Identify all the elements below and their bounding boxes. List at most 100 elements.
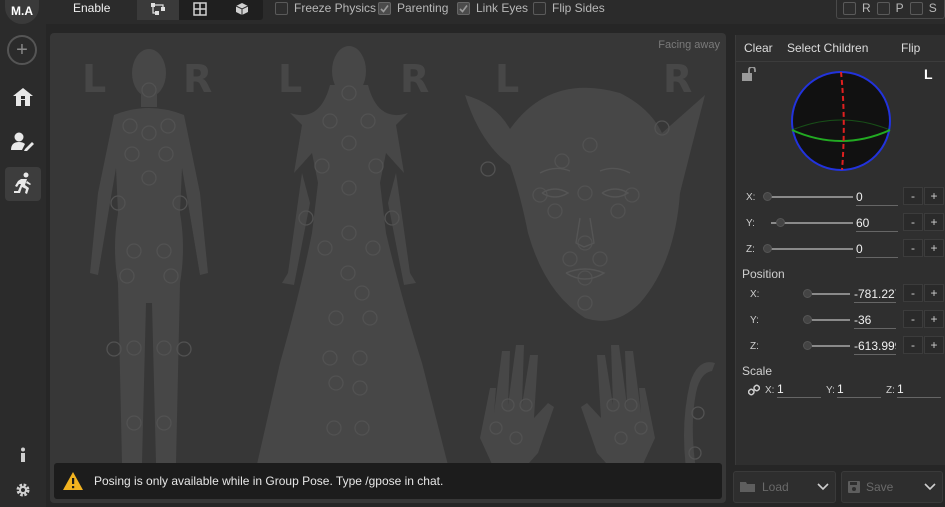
- position-x-track[interactable]: [812, 293, 850, 295]
- scale-z-label: Z:: [886, 385, 895, 396]
- gear-icon[interactable]: [8, 475, 38, 505]
- rotation-x-knob[interactable]: [763, 192, 772, 201]
- parenting-box[interactable]: [378, 1, 391, 15]
- body-front-figure: [90, 49, 208, 463]
- rotation-x-label: X:: [746, 192, 756, 203]
- rotation-x-minus-button[interactable]: -: [903, 187, 923, 205]
- scale-y-label: Y:: [826, 385, 835, 396]
- mode-selector: [137, 0, 263, 20]
- user-edit-icon[interactable]: [8, 126, 38, 156]
- skeleton-icon: [151, 3, 165, 15]
- position-x-row: X: -781.227 - +: [736, 281, 945, 305]
- position-y-minus-button[interactable]: -: [903, 310, 923, 328]
- save-button[interactable]: Save: [841, 471, 943, 503]
- rotation-y-row: Y: 60 - +: [736, 211, 945, 235]
- freeze-physics-checkbox[interactable]: Freeze Physics: [275, 1, 376, 15]
- flip-button[interactable]: Flip: [901, 41, 920, 55]
- pose-canvas[interactable]: Facing away L R L R L R: [50, 33, 726, 503]
- parenting-checkbox[interactable]: Parenting: [378, 1, 448, 15]
- position-y-knob[interactable]: [803, 315, 812, 324]
- r-toggle-label: R: [862, 1, 871, 15]
- position-z-track[interactable]: [812, 345, 850, 347]
- load-button[interactable]: Load: [733, 471, 836, 503]
- flip-sides-checkbox[interactable]: Flip Sides: [533, 1, 605, 15]
- gpose-warning-banner: Posing is only available while in Group …: [54, 463, 722, 499]
- head-figure: [465, 87, 705, 321]
- avatar[interactable]: M.A: [5, 0, 39, 24]
- position-x-input[interactable]: -781.227: [854, 285, 896, 303]
- body-silhouettes: [90, 46, 715, 493]
- position-y-plus-button[interactable]: +: [924, 310, 944, 328]
- scale-y-input[interactable]: 1: [837, 380, 881, 398]
- rotation-x-row: X: 0 - +: [736, 185, 945, 209]
- rotation-z-input[interactable]: 0: [856, 240, 898, 258]
- rotation-z-track[interactable]: [771, 248, 853, 250]
- rotation-z-minus-button[interactable]: -: [903, 239, 923, 257]
- unlock-icon[interactable]: [741, 66, 757, 84]
- rotation-x-plus-button[interactable]: +: [924, 187, 944, 205]
- save-label: Save: [866, 480, 894, 494]
- select-children-button[interactable]: Select Children: [787, 41, 868, 55]
- sidebar: M.A +: [0, 0, 46, 507]
- position-y-label: Y:: [750, 315, 759, 326]
- position-x-minus-button[interactable]: -: [903, 284, 923, 302]
- parenting-label: Parenting: [397, 1, 449, 15]
- p-toggle-label: P: [895, 1, 904, 15]
- rotation-z-label: Z:: [746, 244, 755, 255]
- grid-mode-button[interactable]: [179, 0, 221, 20]
- clear-button[interactable]: Clear: [744, 41, 773, 55]
- freeze-physics-label: Freeze Physics: [294, 1, 377, 15]
- add-icon[interactable]: +: [7, 35, 37, 65]
- position-section-label: Position: [742, 267, 785, 281]
- rotation-y-minus-button[interactable]: -: [903, 213, 923, 231]
- rotation-gizmo[interactable]: [790, 70, 892, 172]
- rotation-z-row: Z: 0 - +: [736, 237, 945, 261]
- cube-mode-button[interactable]: [221, 0, 263, 20]
- chevron-down-icon: [924, 483, 936, 491]
- position-x-label: X:: [750, 289, 760, 300]
- flip-sides-label: Flip Sides: [552, 1, 605, 15]
- folder-icon: [740, 482, 755, 492]
- link-icon[interactable]: [747, 384, 761, 399]
- rotation-x-input[interactable]: 0: [856, 188, 898, 206]
- rotation-y-input[interactable]: 60: [856, 214, 898, 232]
- warning-icon: [63, 472, 83, 490]
- s-toggle-box[interactable]: [909, 1, 923, 15]
- rotation-y-knob[interactable]: [776, 218, 785, 227]
- chevron-down-icon: [817, 483, 829, 491]
- rotation-z-knob[interactable]: [763, 244, 772, 253]
- rotation-z-plus-button[interactable]: +: [924, 239, 944, 257]
- freeze-physics-box[interactable]: [275, 1, 288, 15]
- skeleton-mode-button[interactable]: [137, 0, 179, 20]
- p-toggle-box[interactable]: [876, 1, 890, 15]
- s-toggle-label: S: [928, 1, 937, 15]
- position-z-minus-button[interactable]: -: [903, 336, 923, 354]
- link-eyes-checkbox[interactable]: Link Eyes: [457, 1, 528, 15]
- scale-x-label: X:: [765, 385, 775, 396]
- position-y-input[interactable]: -36: [854, 311, 896, 329]
- info-icon[interactable]: [8, 440, 38, 470]
- rps-toggle-group: R P S: [836, 0, 945, 19]
- rotation-x-track[interactable]: [771, 196, 853, 198]
- rotation-y-plus-button[interactable]: +: [924, 213, 944, 231]
- position-x-knob[interactable]: [803, 289, 812, 298]
- scale-x-input[interactable]: 1: [777, 380, 821, 398]
- enable-button[interactable]: Enable: [73, 1, 110, 15]
- r-toggle-box[interactable]: [843, 1, 856, 15]
- rotation-y-label: Y:: [746, 218, 755, 229]
- tab-divider: [736, 61, 945, 62]
- position-x-plus-button[interactable]: +: [924, 284, 944, 302]
- scale-z-input[interactable]: 1: [897, 380, 941, 398]
- cube-icon: [235, 3, 249, 15]
- side-badge: L: [924, 66, 933, 82]
- running-person-icon[interactable]: [5, 167, 41, 201]
- position-z-knob[interactable]: [803, 341, 812, 350]
- link-eyes-box[interactable]: [457, 1, 470, 15]
- bone-properties-panel: Clear Select Children Flip L X: 0 - + Y:…: [735, 35, 945, 465]
- position-y-track[interactable]: [812, 319, 850, 321]
- position-z-plus-button[interactable]: +: [924, 336, 944, 354]
- position-z-input[interactable]: -613.999: [854, 337, 896, 355]
- flip-sides-box[interactable]: [533, 1, 546, 15]
- position-y-row: Y: -36 - +: [736, 307, 945, 331]
- home-icon[interactable]: [8, 82, 38, 112]
